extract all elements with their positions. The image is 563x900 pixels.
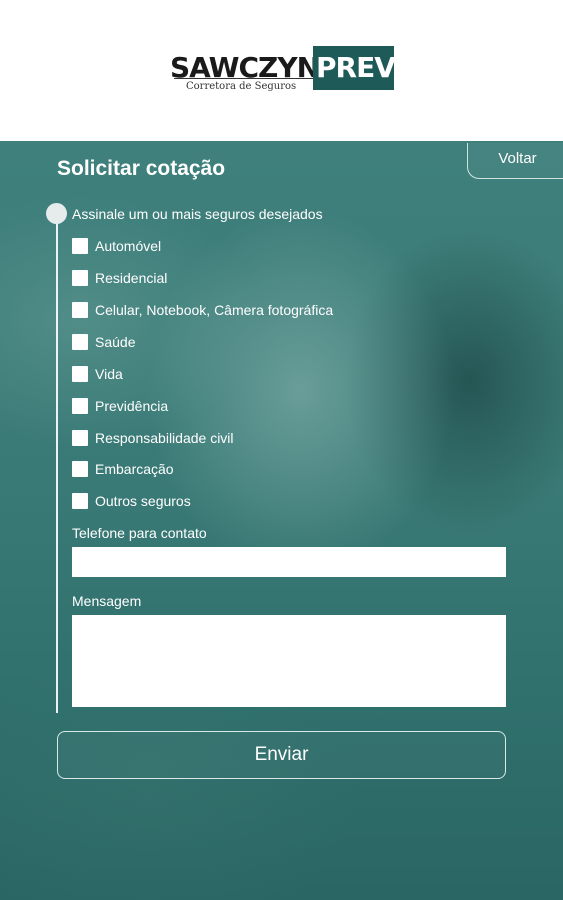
option-saude[interactable]: Saúde [72, 333, 135, 351]
brand-logo: SAWCZYN PREV Corretora de Seguros [170, 46, 396, 96]
phone-label: Telefone para contato [72, 525, 207, 541]
option-previdencia[interactable]: Previdência [72, 397, 168, 415]
logo-text-left: SAWCZYN [170, 51, 320, 84]
option-automovel[interactable]: Automóvel [72, 237, 161, 255]
checkbox[interactable] [72, 366, 88, 382]
option-celular-notebook-camera[interactable]: Celular, Notebook, Câmera fotográfica [72, 301, 333, 319]
checkbox[interactable] [72, 430, 88, 446]
option-label: Responsabilidade civil [95, 430, 234, 446]
option-label: Outros seguros [95, 493, 191, 509]
logo-text-right: PREV [316, 51, 396, 84]
option-label: Saúde [95, 334, 136, 350]
option-vida[interactable]: Vida [72, 365, 123, 383]
option-label: Celular, Notebook, Câmera fotográfica [95, 302, 334, 318]
app-header: SAWCZYN PREV Corretora de Seguros [0, 0, 563, 141]
logo-subtitle: Corretora de Seguros [186, 81, 297, 92]
page-title: Solicitar cotação [57, 157, 226, 180]
option-label: Previdência [95, 398, 169, 414]
message-textarea[interactable] [72, 615, 506, 707]
checkbox[interactable] [72, 461, 88, 477]
logo-text-right-box: PREV [313, 46, 396, 90]
option-embarcacao[interactable]: Embarcação [72, 460, 174, 478]
option-label: Vida [95, 366, 123, 382]
timeline-dot [46, 203, 67, 224]
quote-form-panel: Voltar Solicitar cotação Assinale um ou … [0, 141, 563, 900]
option-responsabilidade-civil[interactable]: Responsabilidade civil [72, 429, 234, 447]
option-label: Automóvel [95, 238, 162, 254]
option-label: Embarcação [95, 461, 174, 477]
option-label: Residencial [95, 270, 168, 286]
checkbox[interactable] [72, 398, 88, 414]
phone-input[interactable] [72, 547, 506, 577]
submit-button[interactable]: Enviar [57, 731, 506, 779]
option-outros-seguros[interactable]: Outros seguros [72, 492, 191, 510]
insurance-section-label: Assinale um ou mais seguros desejados [72, 206, 323, 222]
checkbox[interactable] [72, 270, 88, 286]
timeline-line [56, 213, 58, 713]
checkbox[interactable] [72, 302, 88, 318]
logo-underline [174, 78, 313, 79]
checkbox[interactable] [72, 238, 88, 254]
checkbox[interactable] [72, 493, 88, 509]
back-button[interactable]: Voltar [467, 143, 563, 179]
message-label: Mensagem [72, 593, 142, 609]
checkbox[interactable] [72, 334, 88, 350]
option-residencial[interactable]: Residencial [72, 269, 167, 287]
